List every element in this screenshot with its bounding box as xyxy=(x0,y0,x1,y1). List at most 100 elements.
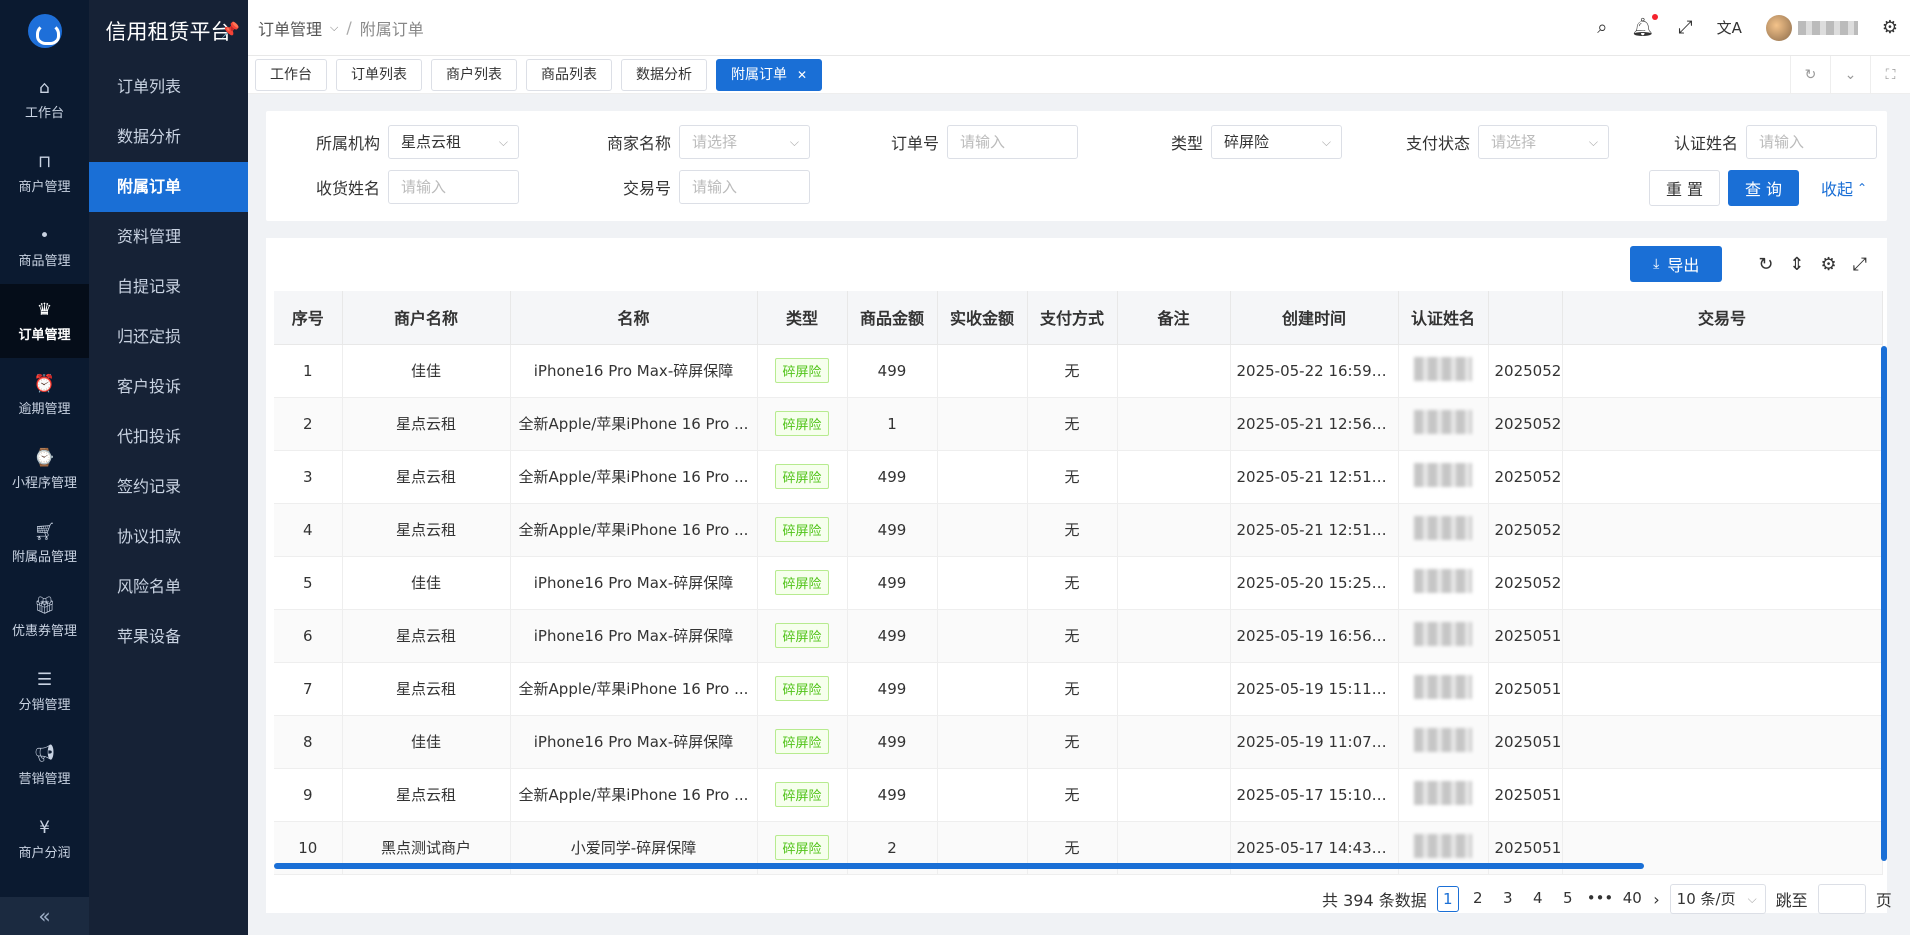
cell-remark xyxy=(1117,503,1231,557)
table-row[interactable]: 6 星点云租 iPhone16 Pro Max-碎屏保障 碎屏险 499 无 2025-05… xyxy=(274,609,1883,663)
cell-no: 7 xyxy=(274,662,343,716)
reset-button[interactable]: 重 置 xyxy=(1649,170,1720,206)
user-menu[interactable] xyxy=(1765,14,1858,41)
trade-no-input[interactable]: 请输入 xyxy=(679,170,811,204)
type-label: 类型 xyxy=(1171,134,1204,153)
cell-no: 9 xyxy=(274,768,343,822)
avatar[interactable] xyxy=(1765,14,1792,41)
rail-item-2[interactable]: • 商品管理 xyxy=(0,210,89,284)
submenu-item-10[interactable]: 风险名单 xyxy=(89,562,248,612)
table-row[interactable]: 3 星点云租 全新Apple/苹果iPhone 16 Pro ... 碎屏险 499 无 2… xyxy=(274,450,1883,504)
rail-item-10[interactable]: ¥ 商户分润 xyxy=(0,802,89,876)
type-tag: 碎屏险 xyxy=(775,729,829,754)
table-row[interactable]: 9 星点云租 全新Apple/苹果iPhone 16 Pro ... 碎屏险 499 无 2… xyxy=(274,768,1883,822)
export-label: 导出 xyxy=(1667,256,1700,275)
table-row[interactable]: 4 星点云租 全新Apple/苹果iPhone 16 Pro ... 碎屏险 499 无 2… xyxy=(274,503,1883,557)
submenu-item-1[interactable]: 数据分析 xyxy=(89,112,248,162)
submenu-item-0[interactable]: 订单列表 xyxy=(89,62,248,112)
submenu-item-7[interactable]: 代扣投诉 xyxy=(89,412,248,462)
fold-button[interactable]: 收起 ⌃ xyxy=(1814,170,1874,206)
cell-remark xyxy=(1117,556,1231,610)
tab-4[interactable]: 数据分析 xyxy=(621,58,707,91)
vertical-scrollbar[interactable] xyxy=(1881,346,1887,861)
collapse-menu-button[interactable]: « xyxy=(0,897,89,935)
cell-amount: 499 xyxy=(847,715,938,769)
order-no-input[interactable]: 请输入 xyxy=(947,125,1079,159)
breadcrumb-parent[interactable]: 订单管理 xyxy=(258,16,322,40)
translate-icon[interactable]: 文A xyxy=(1717,17,1742,38)
submenu-item-6[interactable]: 客户投诉 xyxy=(89,362,248,412)
rail-item-9[interactable]: 📢︎ 营销管理 xyxy=(0,728,89,802)
table-row[interactable]: 7 星点云租 全新Apple/苹果iPhone 16 Pro ... 碎屏险 499 无 2… xyxy=(274,662,1883,716)
submenu-item-8[interactable]: 签约记录 xyxy=(89,462,248,512)
submenu-item-4[interactable]: 自提记录 xyxy=(89,262,248,312)
recv-name-input[interactable]: 请输入 xyxy=(388,170,520,204)
submenu-panel: 信用租赁平台 📌 订单列表 数据分析 附属订单 资料管理 自提记录 归还定损 客户投诉 代扣投诉… xyxy=(89,0,248,935)
rail-item-6[interactable]: 🛒︎ 附属品管理 xyxy=(0,506,89,580)
rail-item-8[interactable]: ☰ 分销管理 xyxy=(0,654,89,728)
rail-item-4[interactable]: ⏰ 逾期管理 xyxy=(0,358,89,432)
merchant-select[interactable]: 请选择 ⌵ xyxy=(679,125,811,159)
tab-5[interactable]: 附属订单 ✕ xyxy=(716,58,823,91)
page-item[interactable]: 1 xyxy=(1436,886,1459,912)
close-icon[interactable]: ✕ xyxy=(797,68,807,82)
page-item[interactable]: 4 xyxy=(1527,886,1549,912)
horizontal-scrollbar[interactable] xyxy=(274,863,1644,869)
fullscreen-icon[interactable]: ⤢ xyxy=(1853,254,1867,275)
type-select[interactable]: 碎屏险 ⌵ xyxy=(1211,125,1343,159)
page-item[interactable]: 5 xyxy=(1557,886,1579,912)
cell-amount: 499 xyxy=(847,662,938,716)
refresh-icon[interactable]: ↻ xyxy=(1758,254,1773,275)
cell-order: 2025051 xyxy=(1488,662,1563,716)
gear-icon[interactable]: ⚙ xyxy=(1882,17,1898,38)
rail-item-label: 附属品管理 xyxy=(11,550,77,565)
table-row[interactable]: 8 佳佳 iPhone16 Pro Max-碎屏保障 碎屏险 499 无 2025-05-1… xyxy=(274,715,1883,769)
bell-icon[interactable]: 🔔︎ xyxy=(1631,14,1659,38)
cell-received xyxy=(937,450,1028,504)
blurred-name xyxy=(1414,621,1472,646)
page-item[interactable]: 2 xyxy=(1467,886,1489,912)
page-item[interactable]: 3 xyxy=(1497,886,1519,912)
page-size-select[interactable]: 10 条/页 ⌵ xyxy=(1669,884,1766,914)
page-item[interactable]: ••• xyxy=(1587,886,1614,912)
tab-3[interactable]: 商品列表 xyxy=(526,58,612,91)
chevron-down-icon[interactable]: ⌄ xyxy=(1830,55,1870,94)
tab-0[interactable]: 工作台 xyxy=(255,58,327,91)
submenu-item-11[interactable]: 苹果设备 xyxy=(89,612,248,662)
tab-label: 附属订单 xyxy=(731,66,787,83)
type-tag: 碎屏险 xyxy=(775,782,829,807)
column-header: 支付方式 xyxy=(1027,291,1118,345)
rail-item-7[interactable]: 🎁︎ 优惠券管理 xyxy=(0,580,89,654)
pay-status-select[interactable]: 请选择 ⌵ xyxy=(1478,125,1610,159)
rail-item-3[interactable]: ♛ 订单管理 xyxy=(0,284,89,358)
tab-label: 订单列表 xyxy=(351,66,407,83)
export-button[interactable]: ⤓ 导出 xyxy=(1630,246,1723,282)
column-height-icon[interactable]: ⇕ xyxy=(1789,254,1804,275)
table-row[interactable]: 2 星点云租 全新Apple/苹果iPhone 16 Pro ... 碎屏险 1 无 202… xyxy=(274,397,1883,451)
search-icon[interactable]: ⌕ xyxy=(1597,17,1607,38)
submenu-item-3[interactable]: 资料管理 xyxy=(89,212,248,262)
settings-icon[interactable]: ⚙ xyxy=(1820,254,1836,275)
query-button[interactable]: 查 询 xyxy=(1728,170,1799,206)
tab-1[interactable]: 订单列表 xyxy=(336,58,422,91)
cell-order: 2025052 xyxy=(1488,450,1563,504)
goto-page-input[interactable] xyxy=(1817,884,1866,914)
rail-item-1[interactable]: ⊓ 商户管理 xyxy=(0,136,89,210)
fullscreen-icon[interactable]: ⤢ xyxy=(1678,17,1692,38)
maximize-icon[interactable]: ⛶ xyxy=(1870,55,1910,94)
rail-item-5[interactable]: ⌚ 小程序管理 xyxy=(0,432,89,506)
refresh-icon[interactable]: ↻ xyxy=(1790,55,1830,94)
table-row[interactable]: 1 佳佳 iPhone16 Pro Max-碎屏保障 碎屏险 499 无 2025-05-2… xyxy=(274,344,1883,398)
pin-icon[interactable]: 📌 xyxy=(221,21,240,39)
submenu-item-9[interactable]: 协议扣款 xyxy=(89,512,248,562)
table-row[interactable]: 5 佳佳 iPhone16 Pro Max-碎屏保障 碎屏险 499 无 2025-05-2… xyxy=(274,556,1883,610)
cell-auth xyxy=(1398,556,1489,610)
submenu-item-5[interactable]: 归还定损 xyxy=(89,312,248,362)
page-item[interactable]: 40 xyxy=(1621,886,1643,912)
auth-name-input[interactable]: 请输入 xyxy=(1746,125,1878,159)
submenu-item-2[interactable]: 附属订单 xyxy=(89,162,248,212)
rail-item-0[interactable]: ⌂ 工作台 xyxy=(0,62,89,136)
next-page-icon[interactable]: › xyxy=(1653,890,1659,909)
org-select[interactable]: 星点云租 ⌵ xyxy=(388,125,520,159)
tab-2[interactable]: 商户列表 xyxy=(431,58,517,91)
